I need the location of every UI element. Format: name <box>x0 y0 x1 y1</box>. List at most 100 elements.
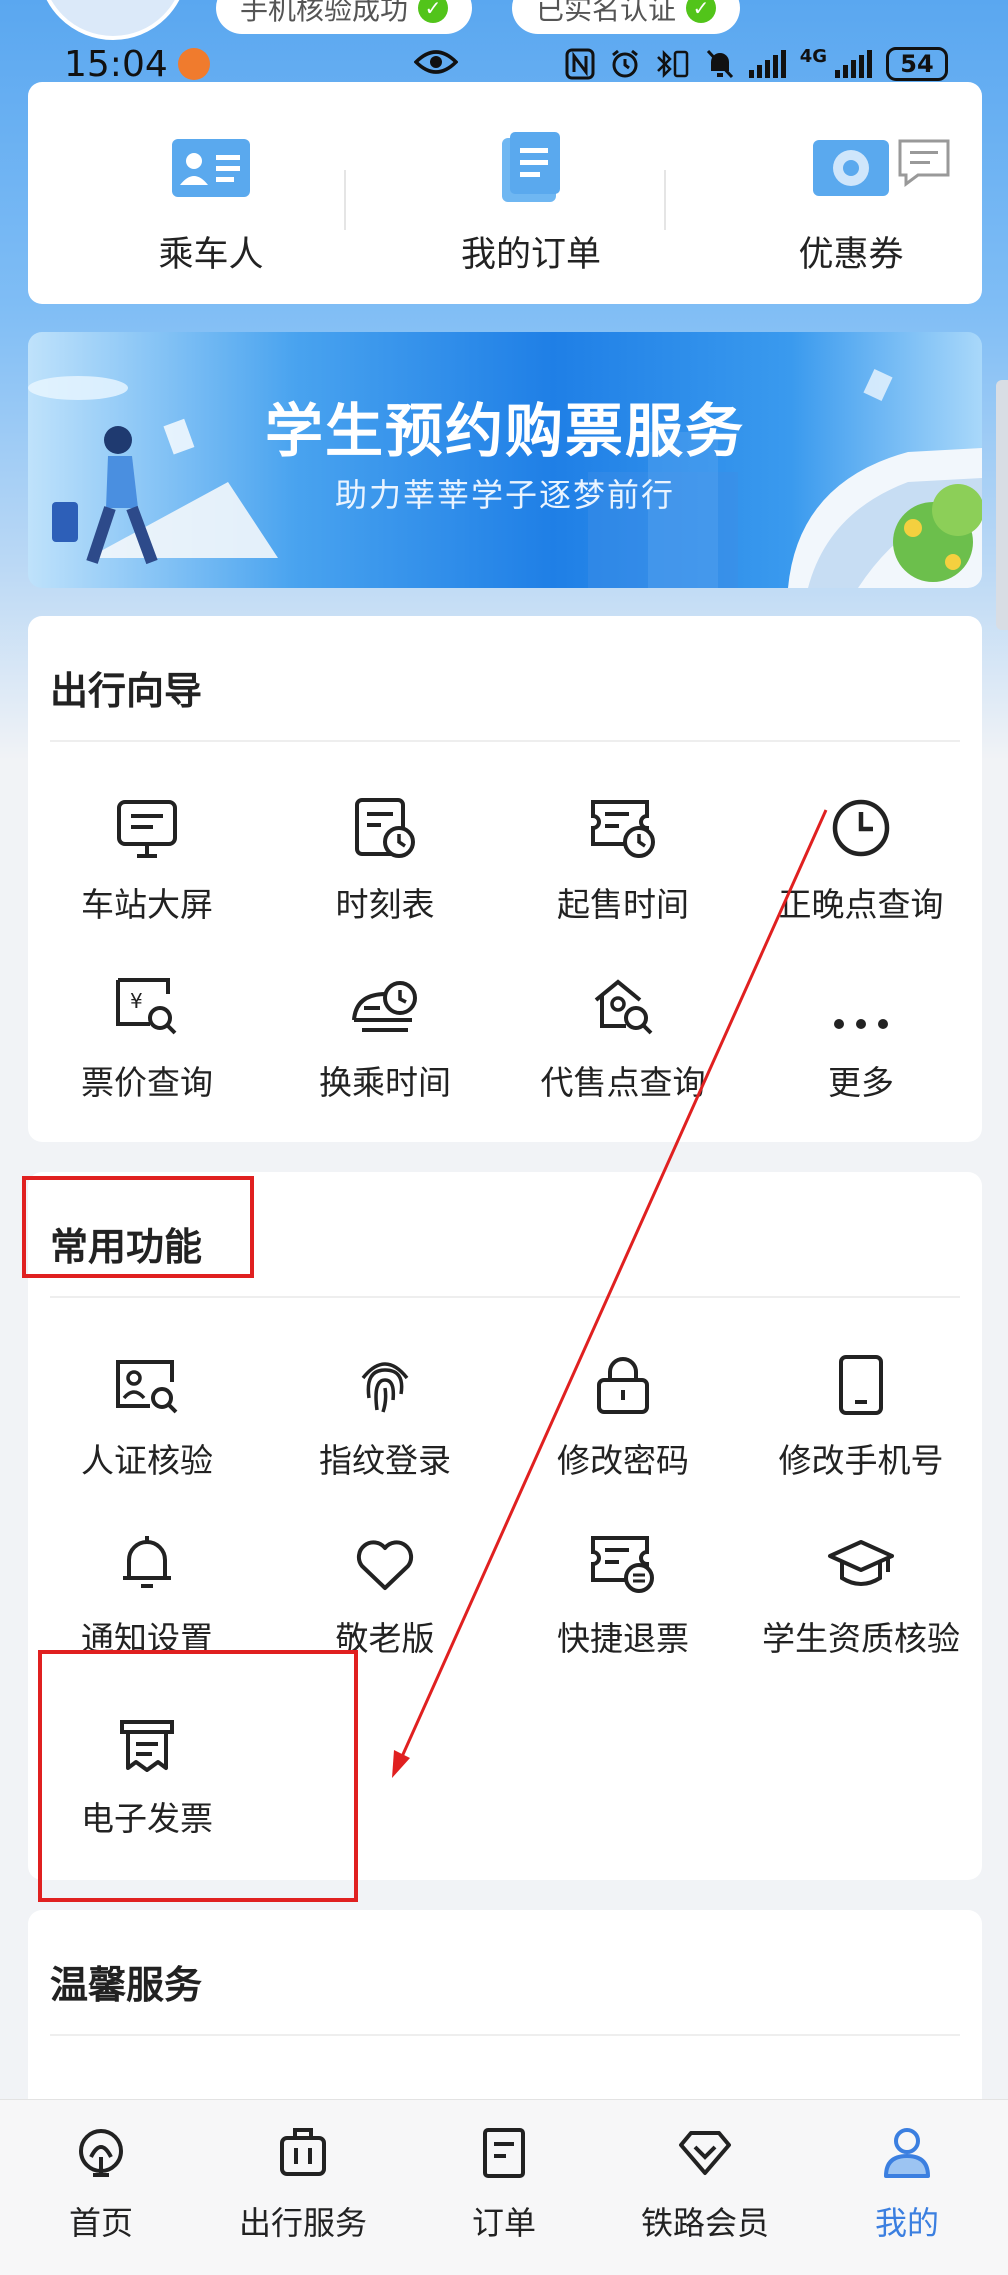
luggage-icon <box>202 2120 404 2186</box>
svg-text:¥: ¥ <box>130 989 143 1013</box>
quick-link-label: 我的订单 <box>460 235 601 275</box>
tab-home[interactable]: 首页 <box>0 2120 202 2244</box>
grid-item-label: 正晚点查询 <box>778 885 944 924</box>
grid-item-label: 快捷退票 <box>557 1619 689 1658</box>
signal-4g-icon <box>835 50 872 78</box>
quick-link-passengers[interactable]: 乘车人 <box>52 130 370 277</box>
grid-item-change-phone[interactable]: 修改手机号 <box>742 1346 980 1482</box>
bottom-tab-bar: 首页 出行服务 订单 铁路会员 我的 <box>0 2099 1008 2275</box>
check-icon: ✓ <box>686 0 717 23</box>
phone-verified-badge: 手机核验成功 ✓ <box>216 0 473 34</box>
grid-item-label: 指纹登录 <box>319 1441 451 1480</box>
divider <box>50 2034 960 2036</box>
lock-icon <box>504 1346 742 1416</box>
section-title: 温馨服务 <box>50 1963 203 2007</box>
home-rail-icon <box>0 2120 202 2186</box>
section-title: 出行向导 <box>50 669 203 713</box>
divider <box>664 170 666 230</box>
clock-icon <box>742 790 980 860</box>
tab-label: 我的 <box>874 2204 939 2242</box>
status-time: 15:04 <box>64 43 168 85</box>
tab-label: 铁路会员 <box>640 2204 769 2242</box>
quick-link-label: 优惠券 <box>798 235 904 275</box>
network-type: 4G <box>799 46 827 67</box>
grid-item-fingerprint-login[interactable]: 指纹登录 <box>266 1346 504 1482</box>
badge-label: 已实名认证 <box>536 0 677 26</box>
tab-label: 订单 <box>471 2204 536 2242</box>
check-icon: ✓ <box>418 0 449 23</box>
grid-item-label: 修改手机号 <box>778 1441 944 1480</box>
signal-icon <box>748 50 786 78</box>
grid-item-change-password[interactable]: 修改密码 <box>504 1346 742 1482</box>
grid-item-label: 人证核验 <box>81 1441 213 1480</box>
grid-item-label: 修改密码 <box>557 1441 689 1480</box>
diamond-icon <box>604 2120 806 2186</box>
tab-orders[interactable]: 订单 <box>403 2120 605 2244</box>
grid-item-quick-refund[interactable]: 快捷退票 <box>504 1524 742 1660</box>
transfer-time-icon <box>266 968 504 1038</box>
grid-item-fare-query[interactable]: ¥ 票价查询 <box>28 968 266 1104</box>
quick-link-orders[interactable]: 我的订单 <box>372 130 690 277</box>
grid-item-delay-query[interactable]: 正晚点查询 <box>742 790 980 926</box>
grid-item-label: 换乘时间 <box>319 1063 451 1102</box>
badge-label: 手机核验成功 <box>240 0 409 26</box>
alarm-icon <box>609 46 641 82</box>
divider <box>50 1296 960 1298</box>
tab-travel-services[interactable]: 出行服务 <box>202 2120 404 2244</box>
tab-railway-member[interactable]: 铁路会员 <box>604 2120 806 2244</box>
grid-item-transfer-time[interactable]: 换乘时间 <box>266 968 504 1104</box>
banner-title: 学生预约购票服务 <box>264 397 745 465</box>
grid-item-agency-query[interactable]: 代售点查询 <box>504 968 742 1104</box>
tab-label: 出行服务 <box>238 2204 367 2242</box>
message-icon[interactable] <box>896 137 952 191</box>
annotation-box-e-invoice <box>38 1650 358 1902</box>
grid-item-label: 代售点查询 <box>540 1063 706 1102</box>
grid-item-label: 票价查询 <box>81 1063 213 1102</box>
student-ticket-banner[interactable]: 学生预约购票服务 助力莘莘学子逐梦前行 <box>28 332 982 588</box>
mute-bell-icon <box>705 46 735 82</box>
timetable-icon <box>266 790 504 860</box>
grid-item-label: 车站大屏 <box>81 885 213 924</box>
battery-indicator: 54 <box>886 47 948 81</box>
bluetooth-battery-icon <box>655 46 691 82</box>
phone-icon <box>742 1346 980 1416</box>
bell-icon <box>28 1524 266 1594</box>
grid-item-station-screen[interactable]: 车站大屏 <box>28 790 266 926</box>
fare-search-icon: ¥ <box>28 968 266 1038</box>
tab-label: 首页 <box>68 2204 133 2242</box>
app-notification-icon <box>177 48 210 80</box>
order-icon <box>403 2120 605 2186</box>
banner-subtitle: 助力莘莘学子逐梦前行 <box>334 476 675 514</box>
grid-item-id-verify[interactable]: 人证核验 <box>28 1346 266 1482</box>
agency-search-icon <box>504 968 742 1038</box>
grid-item-label: 起售时间 <box>557 885 689 924</box>
grid-item-label: 更多 <box>828 1063 894 1102</box>
tab-mine[interactable]: 我的 <box>806 2120 1008 2244</box>
divider <box>344 170 346 230</box>
quick-link-coupons[interactable]: 优惠券 <box>692 130 1008 277</box>
grid-item-notification-settings[interactable]: 通知设置 <box>28 1524 266 1660</box>
more-dots-icon <box>742 968 980 1038</box>
grid-item-timetable[interactable]: 时刻表 <box>266 790 504 926</box>
grid-item-more[interactable]: 更多 <box>742 968 980 1104</box>
grid-item-student-verify[interactable]: 学生资质核验 <box>742 1524 980 1660</box>
coupon-gear-icon <box>692 130 1008 206</box>
sale-time-icon <box>504 790 742 860</box>
grid-item-label: 学生资质核验 <box>762 1619 960 1658</box>
id-verify-icon <box>28 1346 266 1416</box>
travel-guide-section: 出行向导 车站大屏 时刻表 起售时间 正晚点查询 ¥ 票价查询 换乘时间 代售点… <box>28 616 982 1142</box>
refund-ticket-icon <box>504 1524 742 1594</box>
nfc-icon <box>565 46 595 82</box>
divider <box>50 740 960 742</box>
quick-links-card: 乘车人 我的订单 优惠券 <box>28 82 982 304</box>
order-document-icon <box>372 130 690 206</box>
edge-handle[interactable] <box>996 380 1008 630</box>
grid-item-sale-time[interactable]: 起售时间 <box>504 790 742 926</box>
fingerprint-icon <box>266 1346 504 1416</box>
grid-item-senior-mode[interactable]: 敬老版 <box>266 1524 504 1660</box>
station-screen-icon <box>28 790 266 860</box>
graduation-cap-icon <box>742 1524 980 1594</box>
passenger-card-icon <box>52 130 370 206</box>
user-icon <box>806 2120 1008 2186</box>
annotation-box-section-title <box>22 1176 254 1278</box>
